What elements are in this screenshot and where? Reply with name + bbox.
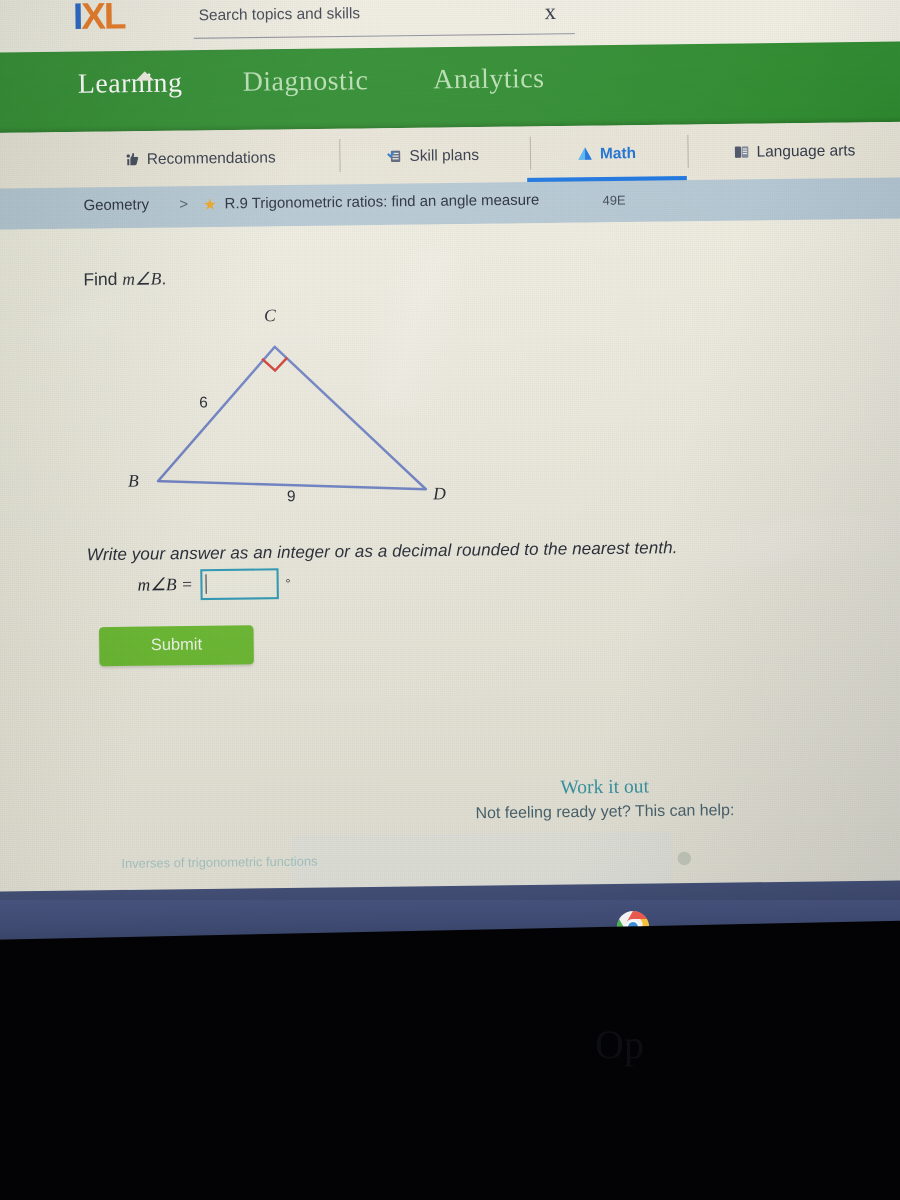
answer-label: m∠B = [137, 574, 193, 595]
breadcrumb-skill-title: R.9 Trigonometric ratios: find an angle … [224, 192, 540, 213]
logo-letters-xl: XL [80, 0, 125, 38]
tab-math-label: Math [599, 144, 637, 163]
search-placeholder: Search topics and skills [198, 4, 361, 25]
primary-nav: Learning Diagnostic Analytics [0, 41, 900, 134]
nav-item-diagnostic[interactable]: Diagnostic [243, 64, 369, 97]
skill-code: 49E [602, 193, 626, 208]
degree-symbol: ° [285, 576, 291, 591]
tab-recommendations[interactable]: Recommendations [123, 142, 276, 175]
nav-item-analytics[interactable]: Analytics [433, 62, 545, 95]
answer-row: m∠B = ° [137, 568, 291, 601]
favorite-star-icon[interactable]: ★ [203, 195, 217, 214]
tab-skill-plans[interactable]: Skill plans [386, 139, 480, 171]
thumbs-up-icon [123, 150, 141, 168]
tab-language-arts-label: Language arts [756, 141, 856, 161]
tab-divider-3 [687, 134, 689, 168]
side-length-bc: 6 [199, 394, 208, 412]
nav-item-learning[interactable]: Learning [78, 67, 183, 100]
photo-dark-area [0, 944, 900, 1200]
screen-photo: IXL Search topics and skills x Learning … [0, 0, 900, 909]
tab-math[interactable]: Math [576, 137, 636, 169]
breadcrumb-separator: > [179, 196, 189, 214]
side-length-bd: 9 [286, 487, 296, 506]
book-icon [733, 143, 751, 161]
vertex-label-B: B [127, 471, 139, 491]
question-prompt: Find m∠B. [83, 269, 166, 291]
tab-divider-1 [339, 139, 341, 172]
help-link-inverses-of-trig-functions[interactable]: Inverses of trigonometric functions [121, 854, 317, 871]
pyramid-icon [576, 145, 594, 163]
ixl-logo[interactable]: IXL [73, 0, 125, 37]
tab-skill-plans-label: Skill plans [409, 146, 480, 165]
tab-language-arts[interactable]: Language arts [733, 135, 856, 167]
question-prompt-prefix: Find [83, 269, 123, 290]
help-thumbnail-dot [677, 851, 692, 866]
submit-button[interactable]: Submit [98, 625, 254, 667]
svg-text:Op: Op [595, 1022, 644, 1067]
tab-divider-2 [529, 136, 532, 170]
vertex-label-D: D [433, 483, 446, 504]
question-prompt-math: m∠B [122, 268, 162, 289]
checklist-icon [386, 147, 404, 165]
question-prompt-suffix: . [161, 268, 167, 289]
vertex-label-C: C [263, 305, 276, 326]
faint-reflection: Op [585, 1010, 685, 1080]
text-caret [205, 574, 207, 594]
nav-active-caret [135, 71, 155, 81]
breadcrumb-subject[interactable]: Geometry [83, 197, 149, 214]
triangle-figure: C B D 6 9 [99, 303, 493, 514]
answer-input[interactable] [199, 568, 279, 601]
tab-recommendations-label: Recommendations [146, 148, 276, 168]
triangle-svg [156, 345, 428, 491]
search-icon[interactable]: x [545, 0, 557, 25]
search-input[interactable]: Search topics and skills x [193, 0, 575, 39]
